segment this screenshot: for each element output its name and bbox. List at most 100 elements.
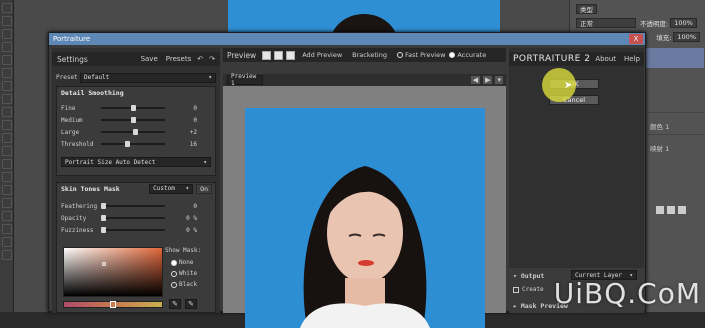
- slider-track[interactable]: [101, 107, 165, 109]
- hue-thumb[interactable]: [110, 301, 116, 308]
- blend-mode-select[interactable]: 正常: [576, 18, 636, 28]
- skin-tones-mask-section: Skin Tones Mask Custom ▾ On Feathering 0…: [56, 182, 216, 313]
- accurate-radio[interactable]: [449, 52, 455, 58]
- feathering-slider[interactable]: Feathering 0: [61, 201, 211, 211]
- shape-tool-icon[interactable]: [2, 224, 12, 234]
- move-tool-icon[interactable]: [2, 3, 12, 13]
- new-layer-icon[interactable]: [667, 206, 675, 214]
- create-row: Create: [513, 286, 544, 293]
- split-horizontal-icon[interactable]: [274, 51, 283, 60]
- mask-mode-select[interactable]: Custom ▾: [149, 184, 193, 194]
- opacity-input[interactable]: 100%: [670, 18, 697, 28]
- eraser-tool-icon[interactable]: [2, 133, 12, 143]
- skin-tone-color-picker[interactable]: [63, 247, 163, 297]
- slider-label: Feathering: [61, 203, 101, 210]
- show-mask-none[interactable]: None: [167, 259, 193, 266]
- trash-icon[interactable]: [678, 206, 686, 214]
- fuzziness-slider[interactable]: Fuzziness 0 %: [61, 225, 211, 235]
- split-vertical-icon[interactable]: [286, 51, 295, 60]
- quick-select-tool-icon[interactable]: [2, 42, 12, 52]
- create-checkbox[interactable]: [513, 287, 519, 293]
- slider-track[interactable]: [101, 143, 165, 145]
- slider-track[interactable]: [101, 217, 165, 219]
- marquee-tool-icon[interactable]: [2, 16, 12, 26]
- portrait-size-value: Portrait Size Auto Detect: [65, 159, 155, 166]
- mouse-pointer-icon: ➤: [564, 80, 572, 91]
- slider-track[interactable]: [101, 119, 165, 121]
- show-mask-white[interactable]: White: [167, 270, 197, 277]
- layer-actions: [656, 206, 705, 216]
- slider-track[interactable]: [101, 229, 165, 231]
- slider-thumb[interactable]: [131, 117, 136, 123]
- slider-track[interactable]: [101, 131, 165, 133]
- large-slider[interactable]: Large +2: [61, 127, 211, 137]
- slider-thumb[interactable]: [131, 105, 136, 111]
- blur-tool-icon[interactable]: [2, 159, 12, 169]
- eyedropper-tool-icon[interactable]: [2, 68, 12, 78]
- add-preview-button[interactable]: Add Preview: [302, 51, 342, 59]
- radio-off-icon[interactable]: [171, 271, 177, 277]
- bracketing-button[interactable]: Bracketing: [352, 51, 387, 59]
- dodge-tool-icon[interactable]: [2, 172, 12, 182]
- preview-photo: [245, 108, 485, 328]
- preset-row: Preset Default ▾: [56, 72, 216, 83]
- pen-tool-icon[interactable]: [2, 185, 12, 195]
- brush-tool-icon[interactable]: [2, 94, 12, 104]
- lasso-tool-icon[interactable]: [2, 29, 12, 39]
- medium-slider[interactable]: Medium 0: [61, 115, 211, 125]
- triangle-right-icon[interactable]: ▸: [513, 302, 517, 310]
- tab-next-icon[interactable]: ▶: [483, 76, 492, 84]
- tab-prev-icon[interactable]: ◀: [471, 76, 480, 84]
- tab-menu-icon[interactable]: ▾: [495, 76, 503, 84]
- preset-select[interactable]: Default ▾: [80, 73, 216, 83]
- slider-thumb[interactable]: [133, 129, 138, 135]
- slider-thumb[interactable]: [125, 141, 130, 147]
- gradient-tool-icon[interactable]: [2, 146, 12, 156]
- color-picker-marker[interactable]: [102, 262, 106, 266]
- fill-input[interactable]: 100%: [673, 32, 700, 42]
- opacity-slider[interactable]: Opacity 0 %: [61, 213, 211, 223]
- redo-icon[interactable]: ↷: [209, 55, 215, 63]
- show-mask-black[interactable]: Black: [167, 281, 197, 288]
- radio-off-icon[interactable]: [171, 282, 177, 288]
- portraiture-right-panel: PORTRAITURE 2 About Help OK Cancel ▾ Out…: [509, 48, 644, 313]
- eyedropper-icon[interactable]: ✎: [169, 299, 181, 309]
- zoom-tool-icon[interactable]: [2, 250, 12, 260]
- slider-value: 0 %: [171, 215, 197, 222]
- history-brush-tool-icon[interactable]: [2, 120, 12, 130]
- healing-tool-icon[interactable]: [2, 81, 12, 91]
- close-button[interactable]: X: [629, 34, 643, 44]
- triangle-down-icon[interactable]: ▾: [513, 272, 517, 280]
- portrait-size-select[interactable]: Portrait Size Auto Detect ▾: [61, 157, 211, 167]
- preview-tab-bar: Preview 1 ◀ ▶ ▾: [223, 74, 506, 86]
- crop-tool-icon[interactable]: [2, 55, 12, 65]
- layer-kind-select[interactable]: 类型: [576, 4, 597, 14]
- slider-value: +2: [171, 129, 197, 136]
- presets-button[interactable]: Presets: [166, 55, 191, 63]
- undo-icon[interactable]: ↶: [197, 55, 203, 63]
- slider-label: Fine: [61, 105, 101, 112]
- tab-preview-1[interactable]: Preview 1: [227, 75, 263, 85]
- path-select-tool-icon[interactable]: [2, 211, 12, 221]
- radio-on-icon[interactable]: [171, 260, 177, 266]
- help-button[interactable]: Help: [624, 55, 640, 63]
- new-group-icon[interactable]: [656, 206, 664, 214]
- eyedropper-plus-icon[interactable]: ✎: [185, 299, 197, 309]
- single-view-icon[interactable]: [262, 51, 271, 60]
- stamp-tool-icon[interactable]: [2, 107, 12, 117]
- about-button[interactable]: About: [595, 55, 616, 63]
- type-tool-icon[interactable]: [2, 198, 12, 208]
- slider-thumb[interactable]: [101, 215, 106, 221]
- hue-strip[interactable]: [63, 301, 163, 308]
- detail-smoothing-section: Detail Smoothing Fine 0 Medium 0 Large +…: [56, 86, 216, 176]
- slider-thumb[interactable]: [101, 203, 106, 209]
- slider-track[interactable]: [101, 205, 165, 207]
- threshold-slider[interactable]: Threshold 16: [61, 139, 211, 149]
- hand-tool-icon[interactable]: [2, 237, 12, 247]
- fine-slider[interactable]: Fine 0: [61, 103, 211, 113]
- mask-on-button[interactable]: On: [196, 184, 212, 194]
- slider-value: 0: [171, 117, 197, 124]
- slider-thumb[interactable]: [101, 227, 106, 233]
- save-button[interactable]: Save: [141, 55, 158, 63]
- fast-preview-radio[interactable]: [397, 52, 403, 58]
